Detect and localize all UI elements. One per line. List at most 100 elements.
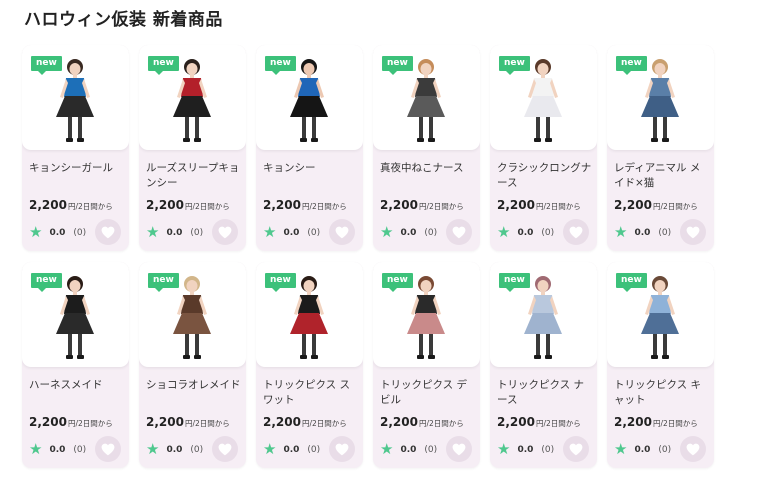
product-name[interactable]: トリックピクス ナース	[497, 378, 592, 408]
price-unit: 円/2日間から	[652, 202, 698, 211]
product-card[interactable]: new トリックピクス デビル 2,200円/2日間から ★ 0.0 (0)	[373, 262, 480, 468]
product-name[interactable]: クラシックロングナース	[497, 161, 592, 191]
rating: ★ 0.0 (0)	[380, 442, 437, 457]
product-card[interactable]: new レディアニマル メイド×猫 2,200円/2日間から ★ 0.0 (0)	[607, 45, 714, 251]
rating: ★ 0.0 (0)	[29, 225, 86, 240]
rating-score: 0.0	[517, 444, 534, 455]
rating-score: 0.0	[166, 444, 183, 455]
product-name[interactable]: ルーズスリープキョンシー	[146, 161, 241, 191]
star-icon: ★	[497, 440, 511, 458]
favorite-button[interactable]	[446, 219, 472, 245]
price-unit: 円/2日間から	[535, 419, 581, 428]
heart-icon	[335, 443, 349, 455]
product-price: 2,200円/2日間から	[146, 415, 230, 429]
favorite-button[interactable]	[212, 219, 238, 245]
new-badge: new	[382, 56, 413, 75]
product-image[interactable]: new	[373, 45, 480, 150]
product-card[interactable]: new 真夜中ねこナース 2,200円/2日間から ★ 0.0 (0)	[373, 45, 480, 251]
product-image[interactable]: new	[607, 262, 714, 367]
product-grid: new キョンシーガール 2,200円/2日間から ★ 0.0 (0) new …	[22, 45, 714, 468]
rating: ★ 0.0 (0)	[497, 442, 554, 457]
rating: ★ 0.0 (0)	[146, 225, 203, 240]
product-card[interactable]: new トリックピクス キャット 2,200円/2日間から ★ 0.0 (0)	[607, 262, 714, 468]
heart-icon	[335, 226, 349, 238]
favorite-button[interactable]	[563, 436, 589, 462]
price-unit: 円/2日間から	[418, 419, 464, 428]
product-name[interactable]: 真夜中ねこナース	[380, 161, 475, 176]
price-value: 2,200	[497, 415, 535, 429]
product-card[interactable]: new トリックピクス ナース 2,200円/2日間から ★ 0.0 (0)	[490, 262, 597, 468]
review-count: (0)	[541, 227, 555, 238]
price-value: 2,200	[146, 198, 184, 212]
page-title: ハロウィン仮装 新着商品	[24, 10, 223, 30]
star-icon: ★	[614, 440, 628, 458]
review-count: (0)	[307, 227, 321, 238]
product-name[interactable]: レディアニマル メイド×猫	[614, 161, 709, 191]
heart-icon	[452, 443, 466, 455]
product-image[interactable]: new	[490, 45, 597, 150]
review-count: (0)	[73, 444, 87, 455]
price-value: 2,200	[263, 198, 301, 212]
favorite-button[interactable]	[329, 219, 355, 245]
product-card[interactable]: new キョンシー 2,200円/2日間から ★ 0.0 (0)	[256, 45, 363, 251]
product-price: 2,200円/2日間から	[380, 198, 464, 212]
star-icon: ★	[146, 440, 160, 458]
price-unit: 円/2日間から	[67, 202, 113, 211]
product-name[interactable]: キョンシーガール	[29, 161, 124, 176]
product-price: 2,200円/2日間から	[146, 198, 230, 212]
favorite-button[interactable]	[446, 436, 472, 462]
product-name[interactable]: トリックピクス スワット	[263, 378, 358, 408]
product-image[interactable]: new	[256, 45, 363, 150]
price-value: 2,200	[614, 415, 652, 429]
product-image[interactable]: new	[22, 45, 129, 150]
product-card[interactable]: new ルーズスリープキョンシー 2,200円/2日間から ★ 0.0 (0)	[139, 45, 246, 251]
product-image[interactable]: new	[373, 262, 480, 367]
favorite-button[interactable]	[95, 436, 121, 462]
product-price: 2,200円/2日間から	[263, 415, 347, 429]
product-image[interactable]: new	[22, 262, 129, 367]
favorite-button[interactable]	[329, 436, 355, 462]
rating-score: 0.0	[400, 227, 417, 238]
new-badge: new	[265, 273, 296, 292]
product-image[interactable]: new	[256, 262, 363, 367]
product-price: 2,200円/2日間から	[497, 198, 581, 212]
product-image[interactable]: new	[139, 45, 246, 150]
product-price: 2,200円/2日間から	[263, 198, 347, 212]
heart-icon	[569, 443, 583, 455]
product-price: 2,200円/2日間から	[614, 198, 698, 212]
product-card[interactable]: new トリックピクス スワット 2,200円/2日間から ★ 0.0 (0)	[256, 262, 363, 468]
price-value: 2,200	[29, 415, 67, 429]
product-price: 2,200円/2日間から	[497, 415, 581, 429]
product-card[interactable]: new クラシックロングナース 2,200円/2日間から ★ 0.0 (0)	[490, 45, 597, 251]
heart-icon	[569, 226, 583, 238]
product-card[interactable]: new キョンシーガール 2,200円/2日間から ★ 0.0 (0)	[22, 45, 129, 251]
product-name[interactable]: トリックピクス デビル	[380, 378, 475, 408]
product-image[interactable]: new	[607, 45, 714, 150]
price-value: 2,200	[614, 198, 652, 212]
product-name[interactable]: ハーネスメイド	[29, 378, 124, 393]
rating-score: 0.0	[517, 227, 534, 238]
product-name[interactable]: キョンシー	[263, 161, 358, 176]
star-icon: ★	[146, 223, 160, 241]
review-count: (0)	[658, 444, 672, 455]
favorite-button[interactable]	[680, 436, 706, 462]
star-icon: ★	[29, 223, 43, 241]
review-count: (0)	[190, 444, 204, 455]
product-image[interactable]: new	[139, 262, 246, 367]
rating: ★ 0.0 (0)	[146, 442, 203, 457]
product-image[interactable]: new	[490, 262, 597, 367]
product-name[interactable]: ショコラオレメイド	[146, 378, 241, 393]
favorite-button[interactable]	[212, 436, 238, 462]
product-card[interactable]: new ハーネスメイド 2,200円/2日間から ★ 0.0 (0)	[22, 262, 129, 468]
favorite-button[interactable]	[680, 219, 706, 245]
rating-score: 0.0	[166, 227, 183, 238]
price-value: 2,200	[380, 415, 418, 429]
price-unit: 円/2日間から	[184, 419, 230, 428]
new-badge: new	[616, 273, 647, 292]
product-name[interactable]: トリックピクス キャット	[614, 378, 709, 408]
product-card[interactable]: new ショコラオレメイド 2,200円/2日間から ★ 0.0 (0)	[139, 262, 246, 468]
rating: ★ 0.0 (0)	[497, 225, 554, 240]
price-value: 2,200	[146, 415, 184, 429]
favorite-button[interactable]	[563, 219, 589, 245]
favorite-button[interactable]	[95, 219, 121, 245]
